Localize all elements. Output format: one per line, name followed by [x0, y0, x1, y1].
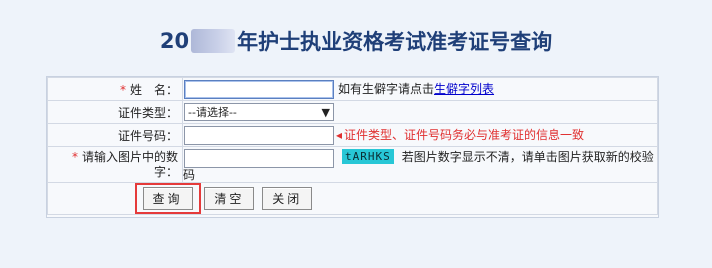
title-year-prefix: 20: [159, 29, 190, 53]
clear-button[interactable]: 清空: [204, 187, 255, 210]
row-buttons: 查询 清空 关闭: [47, 182, 658, 215]
name-input[interactable]: [184, 79, 334, 99]
captcha-label-line2: 字：: [153, 164, 178, 179]
rare-char-hint: 如有生僻字请点击生僻字列表: [338, 81, 495, 96]
id-type-label: 证件类型：: [47, 100, 183, 124]
captcha-label-line1: 请输入图片中的数: [81, 149, 178, 164]
id-number-input[interactable]: [184, 125, 334, 145]
page-title: 20 年护士执业资格考试准考证号查询: [0, 26, 712, 58]
row-captcha: * 请输入图片中的数 字： tARHKS 若图片数字显示不清，请单击图片获取新的校…: [47, 146, 658, 183]
id-type-select[interactable]: --请选择-- ▼: [184, 103, 334, 121]
form-table: * 姓 名： 如有生僻字请点击生僻字列表 证件类型： --请选择-- ▼ 证件号码…: [47, 77, 658, 215]
query-button-highlight: 查询: [134, 183, 201, 214]
buttons-cell: 查询 清空 关闭: [134, 182, 658, 215]
row-name: * 姓 名： 如有生僻字请点击生僻字列表: [47, 77, 658, 101]
name-input-cell: 如有生僻字请点击生僻字列表: [182, 77, 658, 101]
id-number-label: 证件号码：: [47, 123, 183, 147]
id-type-cell: --请选择-- ▼: [182, 100, 658, 124]
captcha-hint-line1: 若图片数字显示不清，请单击图片获取新的校验: [401, 150, 654, 164]
error-arrow-icon: ◂: [336, 127, 343, 142]
captcha-cell: tARHKS 若图片数字显示不清，请单击图片获取新的校验 码: [182, 146, 658, 183]
close-button[interactable]: 关闭: [262, 187, 313, 210]
query-form: * 姓 名： 如有生僻字请点击生僻字列表 证件类型： --请选择-- ▼ 证件号码…: [46, 76, 659, 218]
title-text: 年护士执业资格考试准考证号查询: [237, 30, 553, 54]
rare-char-link[interactable]: 生僻字列表: [434, 82, 494, 96]
id-type-selected: --请选择--: [188, 106, 237, 119]
captcha-image[interactable]: tARHKS: [342, 149, 394, 164]
name-label: 姓 名：: [129, 82, 178, 97]
id-number-cell: ◂ 证件类型、证件号码务必与准考证的信息一致: [182, 123, 658, 147]
captcha-label-cell: * 请输入图片中的数 字：: [47, 146, 183, 183]
required-mark: *: [71, 149, 78, 164]
row-id-type: 证件类型： --请选择-- ▼: [47, 100, 658, 124]
title-year-blur: [191, 29, 236, 53]
captcha-hint-line2: 码: [183, 168, 196, 182]
id-number-error: 证件类型、证件号码务必与准考证的信息一致: [344, 127, 585, 142]
name-label-cell: * 姓 名：: [47, 77, 183, 101]
row-id-number: 证件号码： ◂ 证件类型、证件号码务必与准考证的信息一致: [47, 123, 658, 147]
query-button[interactable]: 查询: [142, 187, 193, 210]
required-mark: *: [119, 82, 126, 97]
dropdown-arrow-icon: ▼: [321, 105, 330, 119]
captcha-input[interactable]: [184, 149, 334, 168]
